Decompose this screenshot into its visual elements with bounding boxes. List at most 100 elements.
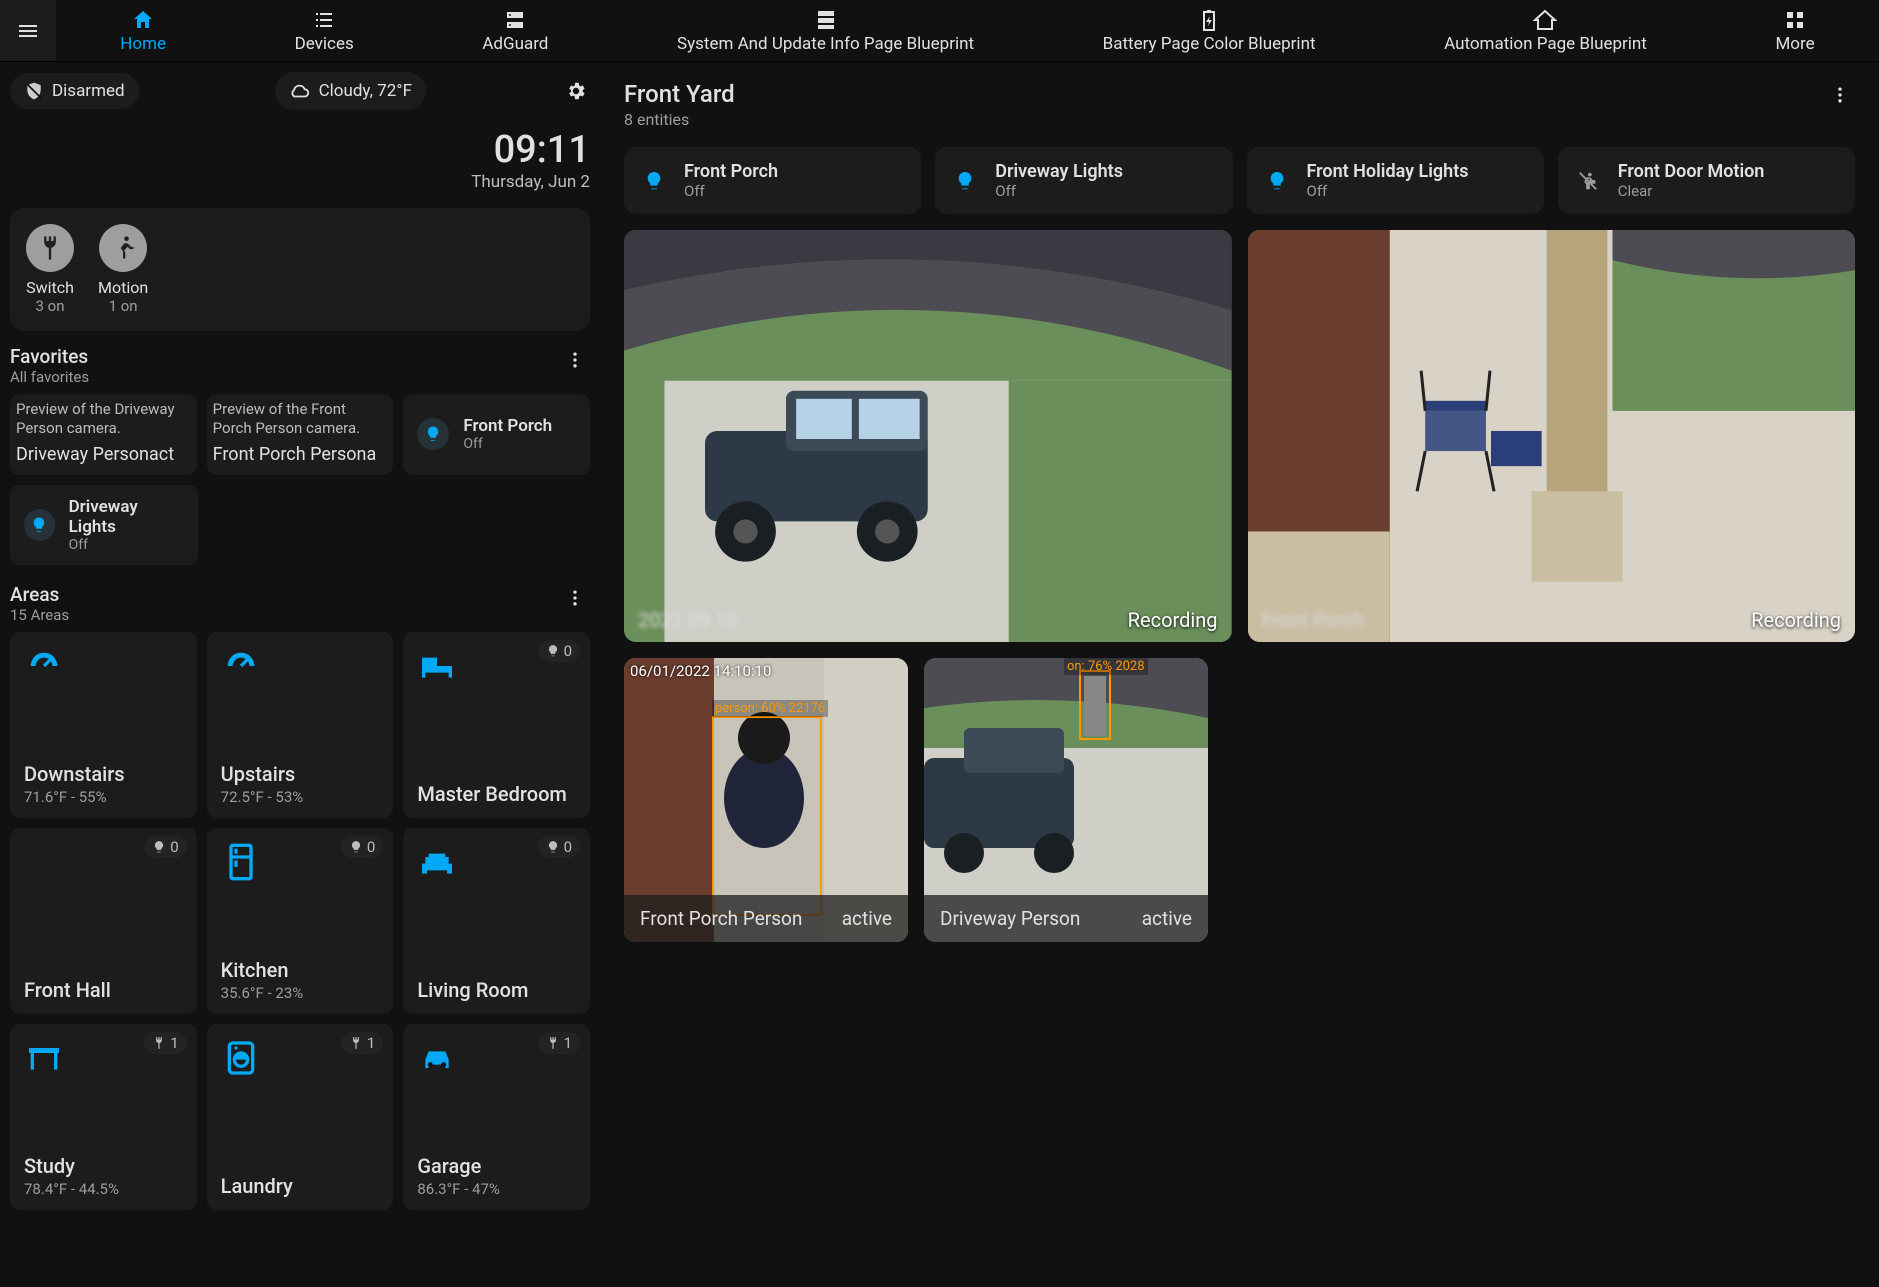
nav-tab-system-and-update-info-page-blueprint[interactable]: System And Update Info Page Blueprint bbox=[677, 0, 974, 61]
area-card-garage[interactable]: 1Garage86.3°F - 47% bbox=[403, 1024, 590, 1210]
quick-badges: Switch3 on Motion1 on bbox=[10, 208, 590, 331]
person-name: Front Porch Person bbox=[640, 907, 802, 930]
area-card-downstairs[interactable]: Downstairs71.6°F - 55% bbox=[10, 632, 197, 818]
area-badge: 0 bbox=[341, 836, 383, 858]
run-icon bbox=[99, 224, 147, 272]
entity-card-front-holiday-lights[interactable]: Front Holiday LightsOff bbox=[1247, 147, 1544, 214]
bed-icon bbox=[417, 646, 457, 686]
car-icon bbox=[417, 1038, 457, 1078]
hamburger-icon bbox=[16, 19, 40, 43]
area-badge: 1 bbox=[144, 1032, 186, 1054]
clock: 09:11 Thursday, Jun 2 bbox=[10, 128, 590, 192]
desk-icon bbox=[24, 1038, 64, 1078]
server-icon bbox=[503, 8, 527, 32]
area-card-front-hall[interactable]: 0Front Hall bbox=[10, 828, 197, 1014]
detection-box bbox=[1079, 670, 1111, 740]
clock-date: Thursday, Jun 2 bbox=[10, 172, 590, 192]
camera-driveway[interactable]: 2022 09 10 Recording bbox=[624, 230, 1232, 642]
camera-status: Recording bbox=[1751, 608, 1841, 632]
room-sub: 8 entities bbox=[624, 110, 735, 129]
detection-box bbox=[712, 716, 822, 916]
sofa-icon bbox=[417, 842, 457, 882]
camera-status: Recording bbox=[1128, 608, 1218, 632]
bulb-icon bbox=[951, 167, 979, 195]
entity-card-front-porch[interactable]: Front PorchOff bbox=[624, 147, 921, 214]
favorites-more-button[interactable] bbox=[560, 345, 590, 375]
entity-card-driveway-lights[interactable]: Driveway LightsOff bbox=[935, 147, 1232, 214]
area-badge: 1 bbox=[341, 1032, 383, 1054]
list-icon bbox=[312, 8, 336, 32]
plug-icon bbox=[26, 224, 74, 272]
menu-button[interactable] bbox=[0, 0, 56, 61]
nav-tab-devices[interactable]: Devices bbox=[295, 0, 354, 61]
lightbulb-icon bbox=[417, 418, 449, 450]
quick-badge-switch[interactable]: Switch3 on bbox=[26, 224, 74, 315]
favorite-tile-front-porch[interactable]: Front Porch Off bbox=[403, 394, 590, 475]
area-card-kitchen[interactable]: 0Kitchen35.6°F - 23% bbox=[207, 828, 394, 1014]
nav-tab-adguard[interactable]: AdGuard bbox=[482, 0, 548, 61]
camera-image bbox=[624, 230, 1232, 642]
person-card-front-porch[interactable]: 06/01/2022 14:10:10 person: 60% 22176 Fr… bbox=[624, 658, 908, 942]
camera-timestamp: 2022 09 10 bbox=[638, 608, 738, 632]
more-vert-icon bbox=[1830, 85, 1850, 105]
areas-title: Areas bbox=[10, 583, 69, 606]
cloud-icon bbox=[289, 80, 311, 102]
area-card-study[interactable]: 1Study78.4°F - 44.5% bbox=[10, 1024, 197, 1210]
shield-off-icon bbox=[24, 81, 44, 101]
nav-tab-automation-page-blueprint[interactable]: Automation Page Blueprint bbox=[1444, 0, 1647, 61]
area-badge: 1 bbox=[538, 1032, 580, 1054]
weather-chip[interactable]: Cloudy, 72°F bbox=[275, 72, 426, 110]
areas-sub: 15 Areas bbox=[10, 606, 69, 624]
nav-tab-battery-page-color-blueprint[interactable]: Battery Page Color Blueprint bbox=[1103, 0, 1316, 61]
grid-icon bbox=[1783, 8, 1807, 32]
favorite-tile-driveway-lights[interactable]: Driveway Lights Off bbox=[10, 485, 198, 565]
person-name: Driveway Person bbox=[940, 907, 1080, 930]
favorites-title: Favorites bbox=[10, 345, 89, 368]
person-state: active bbox=[842, 907, 892, 930]
alarm-chip[interactable]: Disarmed bbox=[10, 73, 139, 109]
camera-timestamp: Front Porch bbox=[1262, 608, 1365, 632]
area-badge: 0 bbox=[144, 836, 186, 858]
favorite-preview-driveway[interactable]: Preview of the Driveway Person camera. D… bbox=[10, 394, 197, 475]
areas-more-button[interactable] bbox=[560, 583, 590, 613]
house-icon bbox=[1533, 8, 1557, 32]
motion-off-icon bbox=[1574, 167, 1602, 195]
area-badge: 0 bbox=[538, 836, 580, 858]
more-vert-icon bbox=[565, 350, 585, 370]
area-badge: 0 bbox=[538, 640, 580, 662]
detection-label: person: 60% 22176 bbox=[712, 700, 828, 717]
person-state: active bbox=[1142, 907, 1192, 930]
nav-tab-more[interactable]: More bbox=[1775, 0, 1814, 61]
person-card-driveway[interactable]: on: 76% 2028 Driveway Person active bbox=[924, 658, 1208, 942]
favorite-preview-front-porch[interactable]: Preview of the Front Porch Person camera… bbox=[207, 394, 394, 475]
gear-icon bbox=[565, 80, 587, 102]
nav-tab-home[interactable]: Home bbox=[120, 0, 166, 61]
area-card-laundry[interactable]: 1Laundry bbox=[207, 1024, 394, 1210]
stack-icon bbox=[814, 8, 838, 32]
room-title: Front Yard bbox=[624, 80, 735, 108]
lightbulb-icon bbox=[24, 509, 55, 541]
area-card-master-bedroom[interactable]: 0Master Bedroom bbox=[403, 632, 590, 818]
area-card-upstairs[interactable]: Upstairs72.5°F - 53% bbox=[207, 632, 394, 818]
camera-image bbox=[1248, 230, 1856, 642]
weather-text: Cloudy, 72°F bbox=[319, 81, 412, 101]
person-timestamp: 06/01/2022 14:10:10 bbox=[630, 662, 771, 680]
entity-card-front-door-motion[interactable]: Front Door MotionClear bbox=[1558, 147, 1855, 214]
clock-time: 09:11 bbox=[10, 128, 590, 172]
camera-porch[interactable]: Front Porch Recording bbox=[1248, 230, 1856, 642]
home-icon bbox=[131, 8, 155, 32]
area-card-living-room[interactable]: 0Living Room bbox=[403, 828, 590, 1014]
detection-label: on: 76% 2028 bbox=[1064, 658, 1148, 675]
alarm-label: Disarmed bbox=[52, 81, 125, 101]
gauge-icon bbox=[221, 646, 261, 686]
battery-icon bbox=[1197, 8, 1221, 32]
gauge-icon bbox=[24, 646, 64, 686]
room-more-button[interactable] bbox=[1825, 80, 1855, 110]
more-vert-icon bbox=[565, 588, 585, 608]
quick-badge-motion[interactable]: Motion1 on bbox=[98, 224, 148, 315]
favorites-sub: All favorites bbox=[10, 368, 89, 386]
fridge-icon bbox=[221, 842, 261, 882]
washer-icon bbox=[221, 1038, 261, 1078]
bulb-icon bbox=[1263, 167, 1291, 195]
settings-button[interactable] bbox=[562, 77, 590, 105]
